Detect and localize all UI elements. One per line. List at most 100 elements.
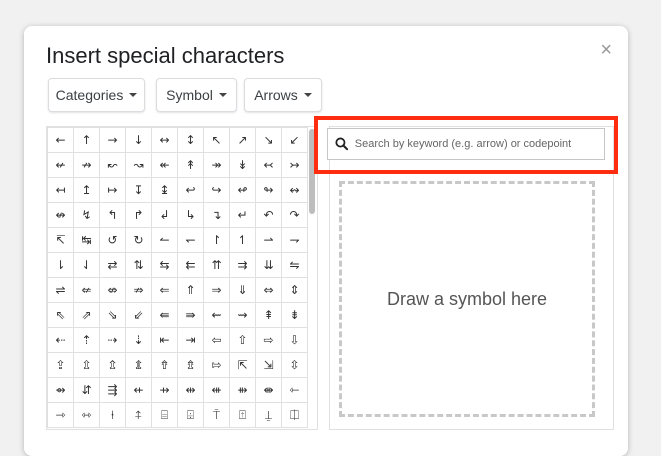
- character-cell[interactable]: ↯: [73, 202, 100, 228]
- character-cell[interactable]: ↾: [203, 227, 230, 253]
- categories-dropdown[interactable]: Categories: [48, 78, 145, 112]
- character-cell[interactable]: ↘: [255, 127, 282, 153]
- character-cell[interactable]: ⇟: [281, 302, 308, 328]
- character-cell[interactable]: ⇀: [255, 227, 282, 253]
- character-cell[interactable]: ⇆: [151, 252, 178, 278]
- character-cell[interactable]: ↲: [151, 202, 178, 228]
- character-cell[interactable]: ↨: [151, 177, 178, 203]
- character-cell[interactable]: ⇑: [177, 277, 204, 303]
- character-cell[interactable]: ⌸: [151, 402, 178, 428]
- character-cell[interactable]: ↜: [99, 152, 126, 178]
- character-cell[interactable]: ↳: [177, 202, 204, 228]
- character-cell[interactable]: ↚: [47, 152, 74, 178]
- character-grid[interactable]: ← ↑ → ↓ ↔ ↕ ↖ ↗ ↘ ↙ ↚ ↛ ↜ ↝ ↞ ↟ ↠ ↡ ↢ ↣ ↤ ↥ ↦ ↧ ↨ ↩ ↪ ↫ ↬ ↭ ↮ ↯ ↰ ↱ ↲ ↳ ↴ ↵ ↶ ↷…: [46, 126, 318, 430]
- character-cell[interactable]: ⇦: [203, 327, 230, 353]
- search-input[interactable]: [352, 137, 604, 151]
- character-cell[interactable]: ↻: [125, 227, 152, 253]
- character-cell[interactable]: ⇚: [151, 302, 178, 328]
- character-cell[interactable]: ⇎: [99, 277, 126, 303]
- character-cell[interactable]: ←: [47, 127, 74, 153]
- character-cell[interactable]: ⍐: [229, 402, 256, 428]
- character-cell[interactable]: ↖: [203, 127, 230, 153]
- character-cell[interactable]: ⇄: [99, 252, 126, 278]
- character-cell[interactable]: ⇋: [281, 252, 308, 278]
- character-cell[interactable]: ⇂: [47, 252, 74, 278]
- character-cell[interactable]: ⇽: [281, 377, 308, 403]
- character-cell[interactable]: ⇱: [229, 352, 256, 378]
- character-cell[interactable]: ↿: [229, 227, 256, 253]
- character-cell[interactable]: ⇫: [73, 352, 100, 378]
- character-cell[interactable]: ↟: [177, 152, 204, 178]
- character-cell[interactable]: ⇐: [151, 277, 178, 303]
- character-cell[interactable]: ⇁: [281, 227, 308, 253]
- character-cell[interactable]: ⇡: [73, 327, 100, 353]
- character-cell[interactable]: ↢: [255, 152, 282, 178]
- character-cell[interactable]: ↵: [229, 202, 256, 228]
- character-cell[interactable]: ↼: [151, 227, 178, 253]
- character-cell[interactable]: ↰: [99, 202, 126, 228]
- character-cell[interactable]: ↤: [47, 177, 74, 203]
- character-cell[interactable]: ⍊: [255, 402, 282, 428]
- character-cell[interactable]: ↓: [125, 127, 152, 153]
- character-cell[interactable]: ⇣: [125, 327, 152, 353]
- character-cell[interactable]: ⇙: [125, 302, 152, 328]
- character-cell[interactable]: ⇾: [47, 402, 74, 428]
- character-cell[interactable]: ⇢: [99, 327, 126, 353]
- character-cell[interactable]: ⇝: [229, 302, 256, 328]
- character-cell[interactable]: ↮: [47, 202, 74, 228]
- character-cell[interactable]: ⇷: [125, 377, 152, 403]
- character-cell[interactable]: ↡: [229, 152, 256, 178]
- character-cell[interactable]: ↙: [281, 127, 308, 153]
- character-cell[interactable]: ↥: [73, 177, 100, 203]
- character-cell[interactable]: ⇛: [177, 302, 204, 328]
- character-cell[interactable]: ⇸: [151, 377, 178, 403]
- character-cell[interactable]: ↭: [281, 177, 308, 203]
- character-cell[interactable]: ↬: [255, 177, 282, 203]
- character-cell[interactable]: ⇪: [47, 352, 74, 378]
- character-cell[interactable]: ⇇: [177, 252, 204, 278]
- search-box[interactable]: [327, 128, 605, 160]
- character-cell[interactable]: ⍑: [203, 402, 230, 428]
- draw-symbol-area[interactable]: Draw a symbol here: [339, 181, 595, 417]
- character-cell[interactable]: ↑: [73, 127, 100, 153]
- character-cell[interactable]: ⇕: [281, 277, 308, 303]
- character-cell[interactable]: ⇶: [99, 377, 126, 403]
- character-cell[interactable]: ↠: [203, 152, 230, 178]
- character-cell[interactable]: ⇰: [203, 352, 230, 378]
- close-icon[interactable]: ×: [600, 40, 612, 60]
- character-cell[interactable]: ⇲: [255, 352, 282, 378]
- character-cell[interactable]: ⇵: [73, 377, 100, 403]
- character-cell[interactable]: ⍏: [125, 402, 152, 428]
- character-cell[interactable]: ⇌: [47, 277, 74, 303]
- character-cell[interactable]: ⍿: [99, 402, 126, 428]
- character-cell[interactable]: ⇥: [177, 327, 204, 353]
- character-cell[interactable]: ↷: [281, 202, 308, 228]
- character-cell[interactable]: ↝: [125, 152, 152, 178]
- character-cell[interactable]: ⇿: [73, 402, 100, 428]
- character-cell[interactable]: ↩: [177, 177, 204, 203]
- character-cell[interactable]: ⇮: [151, 352, 178, 378]
- character-cell[interactable]: ⇺: [203, 377, 230, 403]
- character-cell[interactable]: ⇩: [281, 327, 308, 353]
- symbol-dropdown[interactable]: Symbol: [156, 78, 237, 112]
- character-cell[interactable]: ⇍: [73, 277, 100, 303]
- character-cell[interactable]: ⇘: [99, 302, 126, 328]
- character-cell[interactable]: ⎅: [281, 402, 308, 428]
- character-cell[interactable]: ⇧: [229, 327, 256, 353]
- character-cell[interactable]: ↶: [255, 202, 282, 228]
- character-cell[interactable]: ⇖: [47, 302, 74, 328]
- character-cell[interactable]: ↛: [73, 152, 100, 178]
- character-cell[interactable]: ⇗: [73, 302, 100, 328]
- character-cell[interactable]: ↣: [281, 152, 308, 178]
- character-cell[interactable]: ⇼: [255, 377, 282, 403]
- character-cell[interactable]: ↦: [99, 177, 126, 203]
- character-cell[interactable]: ↧: [125, 177, 152, 203]
- character-cell[interactable]: ⇳: [281, 352, 308, 378]
- character-cell[interactable]: ↫: [229, 177, 256, 203]
- character-cell[interactable]: ⇉: [229, 252, 256, 278]
- arrows-dropdown[interactable]: Arrows: [244, 78, 322, 112]
- character-cell[interactable]: ↪: [203, 177, 230, 203]
- character-cell[interactable]: ⇅: [125, 252, 152, 278]
- character-cell[interactable]: ↴: [203, 202, 230, 228]
- character-cell[interactable]: ↽: [177, 227, 204, 253]
